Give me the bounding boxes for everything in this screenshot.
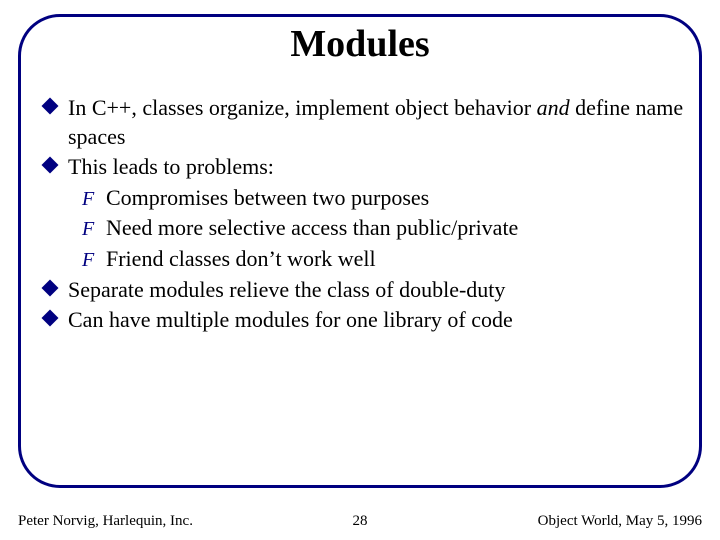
bullet-1-text-b: and	[537, 95, 570, 120]
bullet-2-text: This leads to problems:	[68, 154, 274, 179]
bullet-2-3-text: Friend classes don’t work well	[106, 246, 376, 271]
bullet-1: In C++, classes organize, implement obje…	[44, 94, 684, 151]
bullet-2-2: F Need more selective access than public…	[44, 214, 684, 243]
bullet-1-text-a: In C++, classes organize, implement obje…	[68, 95, 537, 120]
bullet-3-text: Separate modules relieve the class of do…	[68, 277, 505, 302]
bullet-4-text: Can have multiple modules for one librar…	[68, 307, 513, 332]
bullet-2-1-text: Compromises between two purposes	[106, 185, 429, 210]
diamond-icon	[42, 98, 59, 115]
diamond-icon	[42, 310, 59, 327]
bullet-4: Can have multiple modules for one librar…	[44, 306, 684, 335]
footer-left: Peter Norvig, Harlequin, Inc.	[18, 513, 193, 530]
slide-body: In C++, classes organize, implement obje…	[44, 94, 684, 337]
bullet-2-1: F Compromises between two purposes	[44, 184, 684, 213]
swirl-icon: F	[82, 186, 94, 212]
slide-title: Modules	[0, 22, 720, 66]
bullet-2-3: F Friend classes don’t work well	[44, 245, 684, 274]
bullet-2-2-text: Need more selective access than public/p…	[106, 215, 518, 240]
diamond-icon	[42, 279, 59, 296]
swirl-icon: F	[82, 247, 94, 273]
diamond-icon	[42, 157, 59, 174]
slide-footer: Peter Norvig, Harlequin, Inc. 28 Object …	[18, 513, 702, 530]
bullet-2: This leads to problems:	[44, 153, 684, 182]
footer-right: Object World, May 5, 1996	[538, 513, 702, 530]
slide: Modules In C++, classes organize, implem…	[0, 0, 720, 540]
swirl-icon: F	[82, 216, 94, 242]
bullet-3: Separate modules relieve the class of do…	[44, 276, 684, 305]
